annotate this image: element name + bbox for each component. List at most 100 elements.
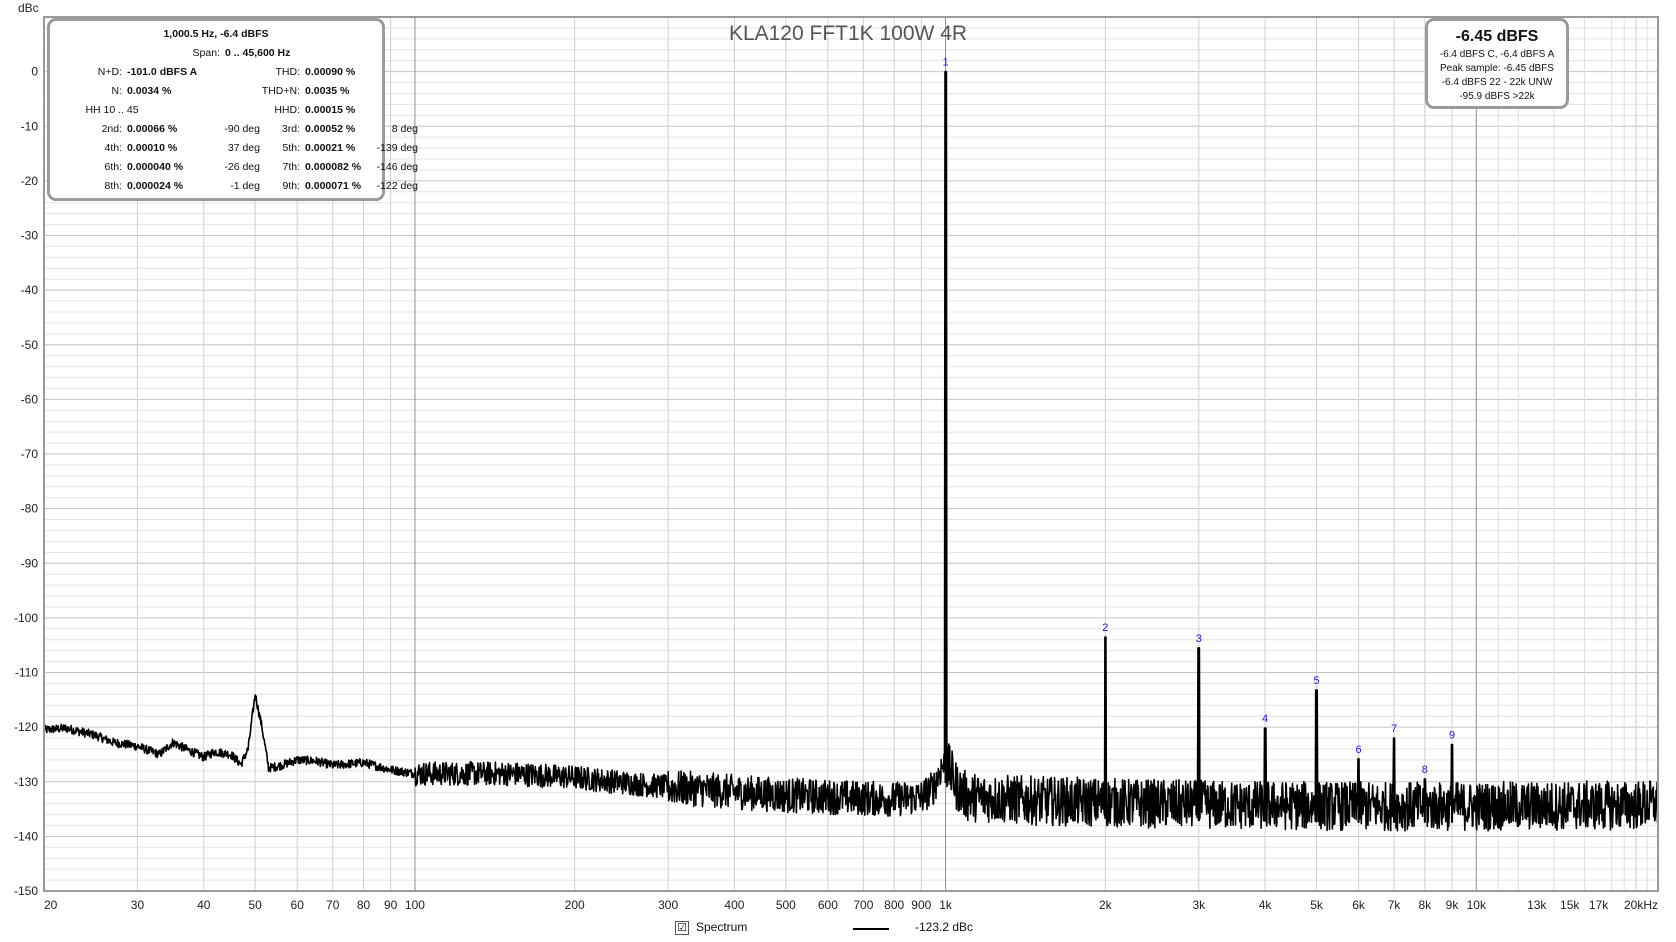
x-tick-label: 900 [911,898,931,912]
level-line-3: -6.4 dBFS 22 - 22k UNW [1441,77,1553,88]
x-tick-label: 20kHz [1624,898,1658,912]
y-tick-label: -130 [14,775,38,789]
level-main-value: -6.45 dBFS [1455,28,1539,45]
y-tick-label: 0 [31,65,38,79]
row-value: -101.0 dBFS A [127,66,198,78]
x-tick-label: 100 [405,898,425,912]
distortion-row: N+D: -101.0 dBFS A THD: 0.00090 % [50,63,382,81]
level-meter-panel: -6.45 dBFS -6.4 dBFS C, -6.4 dBFS A Peak… [1425,18,1569,109]
x-tick-label: 10k [1467,898,1487,912]
distortion-row: N: 0.0034 % THD+N: 0.0035 % [50,82,382,100]
row-label-2: 5th: [282,142,300,154]
y-tick-label: -30 [21,229,39,243]
x-tick-label: 90 [384,898,398,912]
row-label-2: HHD: [274,104,300,116]
level-line-2: Peak sample: -6.45 dBFS [1440,63,1554,74]
x-tick-label: 4k [1259,898,1273,912]
legend-line-swatch [853,928,889,930]
x-tick-label: 5k [1310,898,1324,912]
distortion-row: 6th: 0.000040 % -26 deg 7th: 0.000082 % -146 … [50,158,418,176]
x-tick-label: 600 [818,898,838,912]
y-tick-label: -150 [14,884,38,898]
x-tick-label: 200 [565,898,585,912]
y-tick-label: -10 [21,119,39,133]
x-tick-label: 500 [776,898,796,912]
row-phase-2: -146 deg [376,161,418,173]
span-label: Span: [192,47,220,59]
y-tick-label: -90 [21,556,39,570]
x-tick-label: 9k [1446,898,1460,912]
x-tick-label: 3k [1192,898,1206,912]
y-tick-label: -100 [14,611,38,625]
x-tick-label: 400 [724,898,744,912]
row-label-2: 7th: [282,161,300,173]
row-phase-2: 8 deg [391,123,418,135]
x-tick-label: 300 [658,898,678,912]
x-tick-label: 7k [1388,898,1402,912]
y-tick-label: -120 [14,720,38,734]
y-tick-label: -20 [21,174,39,188]
y-tick-label: -140 [14,829,38,843]
row-label: N+D: [97,66,122,78]
row-value-2: 0.0035 % [305,85,350,97]
harmonic-label-7: 7 [1391,723,1397,735]
x-tick-label: 40 [197,898,211,912]
harmonic-label-2: 2 [1102,622,1108,634]
row-label: 8th: [104,180,122,192]
y-tick-label: -70 [21,447,39,461]
x-tick-label: 700 [853,898,873,912]
chart-title: KLA120 FFT1K 100W 4R [729,22,967,45]
frequency-level-readout: 1,000.5 Hz, -6.4 dBFS [163,28,269,40]
span-value: 0 .. 45,600 Hz [225,47,291,59]
row-value-2: 0.00021 % [305,142,356,154]
distortion-row: HH 10 .. 45 HHD: 0.00015 % [50,101,382,119]
harmonic-label-6: 6 [1355,744,1361,756]
row-label: HH 10 .. 45 [85,104,139,116]
row-phase-2: -139 deg [376,142,418,154]
row-label: 2nd: [101,123,122,135]
x-tick-label: 8k [1419,898,1433,912]
harmonic-label-1: 1 [943,57,949,69]
x-tick-label: 30 [131,898,145,912]
row-value: 0.000024 % [127,180,184,192]
x-tick-label: 2k [1099,898,1113,912]
y-axis-label: dBc [18,1,39,15]
y-tick-label: -60 [21,392,39,406]
harmonic-label-8: 8 [1422,764,1428,776]
row-label-2: THD+N: [261,85,300,97]
x-tick-label: 6k [1352,898,1366,912]
row-label: 6th: [104,161,122,173]
distortion-readout-panel: 1,000.5 Hz, -6.4 dBFS Span: 0 .. 45,600 … [47,18,418,201]
distortion-row: 4th: 0.00010 % 37 deg 5th: 0.00021 % -139 deg [50,139,418,157]
y-tick-label: -80 [21,502,39,516]
row-phase-2: -122 deg [376,180,418,192]
x-tick-label: 15k [1560,898,1580,912]
row-label-2: 9th: [282,180,300,192]
x-tick-label: 13k [1527,898,1547,912]
row-value: 0.000040 % [127,161,184,173]
row-value: 0.00010 % [127,142,178,154]
x-tick-label: 17k [1589,898,1609,912]
harmonic-label-9: 9 [1449,730,1455,742]
harmonic-label-4: 4 [1262,713,1268,725]
level-line-4: -95.9 dBFS >22k [1459,91,1535,102]
y-tick-label: -40 [21,283,39,297]
spectrum-visibility-checkbox[interactable]: ☑ [675,921,689,935]
harmonic-label-5: 5 [1313,675,1319,687]
distortion-row: 2nd: 0.00066 % -90 deg 3rd: 0.00052 % 8 deg [50,120,418,138]
y-tick-label: -50 [21,338,39,352]
row-label-2: THD: [275,66,301,78]
x-tick-label: 60 [291,898,305,912]
harmonic-label-3: 3 [1196,633,1202,645]
y-tick-label: -110 [15,666,38,680]
row-label-2: 3rd: [281,123,300,135]
level-line-1: -6.4 dBFS C, -6.4 dBFS A [1439,49,1555,60]
row-value-2: 0.00090 % [305,66,356,78]
row-label: 4th: [104,142,122,154]
legend-series-name: Spectrum [696,920,748,934]
x-tick-label: 800 [884,898,904,912]
row-value: 0.0034 % [127,85,172,97]
row-value-2: 0.00052 % [305,123,356,135]
row-value-2: 0.00015 % [305,104,356,116]
row-value: 0.00066 % [127,123,178,135]
